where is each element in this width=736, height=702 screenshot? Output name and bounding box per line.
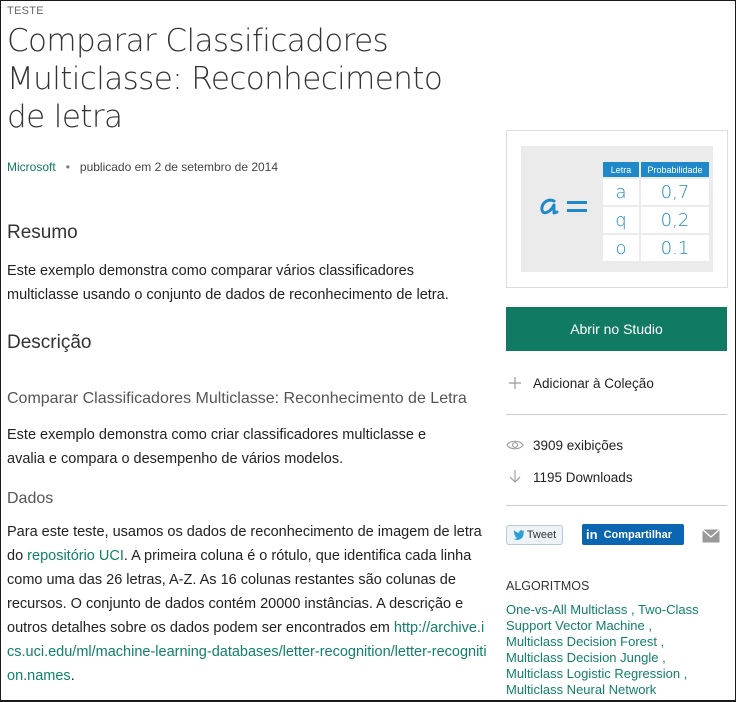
algorithms-list: One-vs-All Multiclass , Two-Class Suppor… <box>506 602 699 697</box>
tweet-button[interactable]: Tweet <box>506 525 563 545</box>
descricao-subheading: Comparar Classificadores Multiclasse: Re… <box>7 390 467 407</box>
prob-cell: 0,7 <box>641 179 709 205</box>
table-row: a 0,7 <box>603 179 709 205</box>
meta-separator: • <box>65 160 70 174</box>
prob-cell: 0,2 <box>641 207 709 233</box>
letter-cell: o <box>603 235 639 261</box>
eye-icon <box>506 440 524 450</box>
experiment-thumbnail: Letra Probabilidade a 0,7 q 0,2 o 0.1 <box>506 130 728 288</box>
category-label: TESTE <box>7 5 44 17</box>
thumbnail-image: Letra Probabilidade a 0,7 q 0,2 o 0.1 <box>521 146 713 272</box>
downloads-count: 1195 Downloads <box>533 469 633 485</box>
handwritten-a-icon <box>540 198 587 215</box>
dados-text-end: . <box>70 668 75 684</box>
uci-repository-link[interactable]: repositório UCI <box>27 548 124 564</box>
add-to-collection-button[interactable]: Adicionar à Coleção <box>506 375 654 391</box>
descricao-text: Este exemplo demonstra como criar classi… <box>7 427 427 467</box>
letter-cell: a <box>603 179 639 205</box>
descricao-heading: Descrição <box>7 332 92 353</box>
open-in-studio-button[interactable]: Abrir no Studio <box>506 307 727 351</box>
prob-cell: 0.1 <box>641 235 709 261</box>
dados-text: Para este teste, usamos os dados de reco… <box>7 520 489 688</box>
share-label: Compartilhar <box>603 528 673 541</box>
publish-date: publicado em 2 de setembro de 2014 <box>79 160 279 174</box>
tweet-label: Tweet <box>526 529 557 541</box>
algorithm-link[interactable]: Multiclass Logistic Regression <box>506 666 680 681</box>
dados-heading: Dados <box>7 490 54 507</box>
views-stat: 3909 exibições <box>506 437 623 453</box>
email-icon[interactable] <box>702 529 720 543</box>
letter-cell: q <box>603 207 639 233</box>
table-row: q 0,2 <box>603 207 709 233</box>
download-icon <box>509 470 521 483</box>
downloads-stat: 1195 Downloads <box>506 469 633 485</box>
resumo-heading: Resumo <box>7 222 78 243</box>
table-row: o 0.1 <box>603 235 709 261</box>
publish-meta: Microsoft • publicado em 2 de setembro de … <box>7 160 278 174</box>
algorithm-link[interactable]: Multiclass Decision Forest <box>506 634 657 649</box>
page-title: Comparar Classificadores Multiclasse: Re… <box>7 23 443 135</box>
algorithms-heading: ALGORITMOS <box>506 579 590 593</box>
algorithm-link[interactable]: Multiclass Decision Jungle <box>506 650 658 665</box>
divider <box>506 414 727 415</box>
linkedin-icon: in <box>586 527 598 542</box>
col-header-probability: Probabilidade <box>641 162 709 177</box>
col-header-letter: Letra <box>603 162 639 177</box>
add-to-collection-label: Adicionar à Coleção <box>533 375 654 391</box>
algorithm-link[interactable]: One-vs-All Multiclass <box>506 602 627 617</box>
probability-table: Letra Probabilidade a 0,7 q 0,2 o 0.1 <box>601 160 711 263</box>
views-count: 3909 exibições <box>533 437 624 453</box>
twitter-bird-icon <box>513 530 525 540</box>
divider <box>506 505 727 506</box>
linkedin-share-button[interactable]: in Compartilhar <box>582 524 684 545</box>
author-link[interactable]: Microsoft <box>7 160 56 174</box>
plus-icon <box>509 377 521 389</box>
algorithm-link[interactable]: Multiclass Neural Network <box>506 682 656 697</box>
resumo-text: Este exemplo demonstra como comparar vár… <box>7 263 449 303</box>
